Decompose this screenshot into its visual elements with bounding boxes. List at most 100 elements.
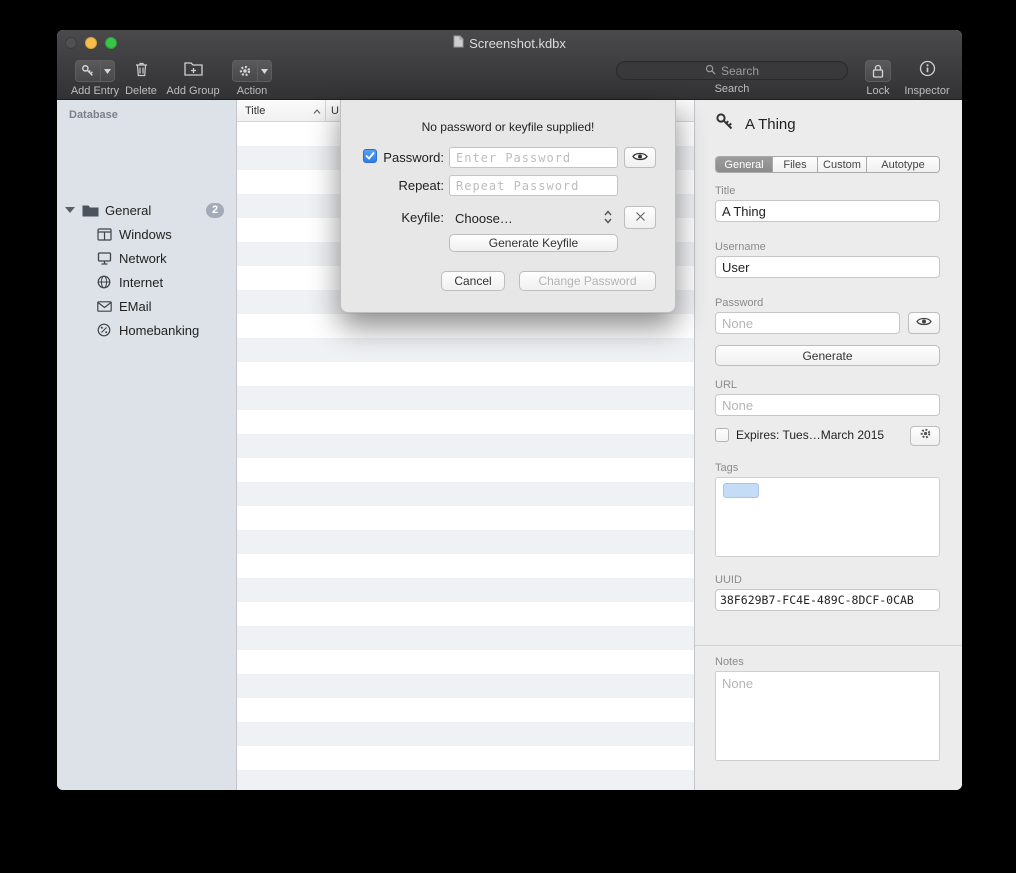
popup-stepper-icon (604, 210, 612, 227)
sidebar-item-internet[interactable]: Internet (57, 270, 236, 294)
sidebar-group-general[interactable]: General 2 (57, 198, 236, 222)
disclosure-triangle-icon[interactable] (65, 207, 75, 213)
key-icon (76, 61, 100, 81)
reveal-password-button[interactable] (908, 312, 940, 334)
password-label: Password (715, 297, 763, 309)
sidebar-item-network[interactable]: Network (57, 246, 236, 270)
inspector-tabs: General Files Custom Autotype (715, 156, 940, 173)
document-icon (453, 35, 464, 51)
dialog-password-label: Password: (341, 150, 444, 165)
generate-keyfile-label: Generate Keyfile (489, 236, 578, 250)
keyfile-popup[interactable]: Choose… (449, 207, 618, 229)
lock-icon (867, 61, 889, 81)
coin-icon (95, 323, 113, 337)
add-group-button[interactable] (184, 60, 203, 82)
expires-row: Expires: Tues…March 2015 (715, 428, 884, 442)
search-icon (705, 64, 716, 78)
dialog-repeat-label: Repeat: (341, 178, 444, 193)
folder-icon (81, 204, 99, 217)
add-entry-label: Add Entry (71, 85, 119, 97)
inspector-divider (695, 645, 962, 646)
delete-label: Delete (125, 85, 157, 97)
cancel-button[interactable]: Cancel (441, 271, 505, 291)
sidebar: Database General 2 Windows (57, 100, 237, 790)
tab-custom[interactable]: Custom (818, 157, 867, 172)
sidebar-item-windows[interactable]: Windows (57, 222, 236, 246)
generate-keyfile-button[interactable]: Generate Keyfile (449, 234, 618, 252)
add-entry-button[interactable] (75, 60, 115, 82)
delete-item: Delete (123, 60, 159, 97)
envelope-icon (95, 301, 113, 312)
dialog-password-input[interactable] (449, 147, 618, 168)
sidebar-item-label: Windows (119, 227, 172, 242)
add-entry-dropdown-caret-icon[interactable] (100, 61, 114, 81)
x-icon (635, 209, 646, 227)
add-group-item: Add Group (161, 60, 225, 97)
sidebar-header: Database (69, 109, 118, 121)
dialog-message: No password or keyfile supplied! (341, 120, 675, 134)
add-entry-item: Add Entry (67, 60, 123, 97)
app-window: Screenshot.kdbx Add Entry (57, 30, 962, 790)
clear-keyfile-button[interactable] (624, 206, 656, 229)
sidebar-item-label: EMail (119, 299, 152, 314)
windows-icon (95, 228, 113, 241)
keyfile-value: Choose… (449, 211, 513, 226)
dialog-reveal-password-button[interactable] (624, 147, 656, 168)
action-label: Action (237, 85, 268, 97)
search-label: Search (715, 83, 750, 95)
search-item: Search Search (616, 61, 848, 95)
tags-box[interactable] (715, 477, 940, 557)
action-dropdown-caret-icon (257, 61, 271, 81)
url-label: URL (715, 379, 737, 391)
column-title[interactable]: Title (237, 105, 325, 117)
change-password-label: Change Password (538, 274, 636, 288)
expires-checkbox[interactable] (715, 428, 729, 442)
info-icon (919, 60, 936, 82)
expires-settings-button[interactable] (910, 426, 940, 446)
column-username[interactable]: U (326, 105, 339, 117)
inspector-button[interactable] (919, 60, 936, 82)
sidebar-item-label: Homebanking (119, 323, 199, 338)
inspector-item: Inspector (898, 60, 956, 97)
notes-label: Notes (715, 656, 744, 668)
gear-icon (233, 61, 257, 81)
entry-key-icon (715, 112, 735, 137)
tab-autotype[interactable]: Autotype (867, 157, 939, 172)
window-title: Screenshot.kdbx (469, 36, 566, 51)
tab-files[interactable]: Files (773, 157, 818, 172)
lock-label: Lock (866, 85, 889, 97)
lock-button[interactable] (865, 60, 891, 82)
globe-icon (95, 275, 113, 289)
network-icon (95, 252, 113, 265)
action-button[interactable] (232, 60, 272, 82)
notes-input[interactable] (715, 671, 940, 761)
tag-pill[interactable] (723, 483, 759, 498)
title-input[interactable] (715, 200, 940, 222)
desktop: Screenshot.kdbx Add Entry (0, 0, 1016, 873)
trash-icon (134, 61, 149, 82)
dialog-repeat-input[interactable] (449, 175, 618, 196)
generate-label: Generate (802, 349, 852, 363)
tags-label: Tags (715, 462, 738, 474)
cancel-label: Cancel (454, 274, 491, 288)
sidebar-item-homebanking[interactable]: Homebanking (57, 318, 236, 342)
password-input[interactable] (715, 312, 900, 334)
change-password-dialog: No password or keyfile supplied! Passwor… (340, 100, 676, 313)
search-placeholder: Search (721, 64, 759, 78)
url-input[interactable] (715, 394, 940, 416)
uuid-input[interactable] (715, 589, 940, 611)
sidebar-item-label: Internet (119, 275, 163, 290)
uuid-label: UUID (715, 574, 742, 586)
tab-general[interactable]: General (716, 157, 773, 172)
username-input[interactable] (715, 256, 940, 278)
expires-label: Expires: Tues…March 2015 (736, 428, 884, 442)
delete-button[interactable] (134, 60, 149, 82)
change-password-button[interactable]: Change Password (519, 271, 656, 291)
title-label: Title (715, 185, 735, 197)
sidebar-item-email[interactable]: EMail (57, 294, 236, 318)
search-input[interactable]: Search (616, 61, 848, 80)
action-item: Action (229, 60, 275, 97)
username-label: Username (715, 241, 766, 253)
window-title-row: Screenshot.kdbx (57, 35, 962, 51)
generate-button[interactable]: Generate (715, 345, 940, 366)
